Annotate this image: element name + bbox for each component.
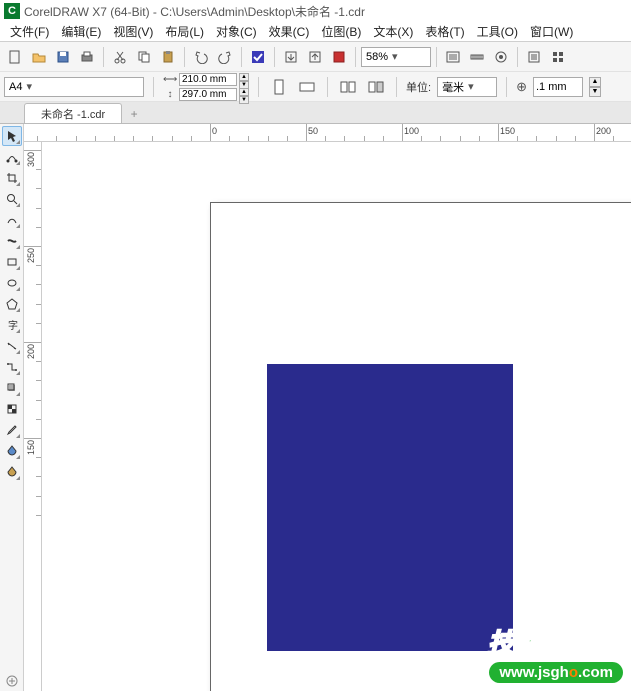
separator xyxy=(436,47,437,67)
freehand-tool-icon[interactable] xyxy=(2,210,22,230)
add-tab-button[interactable]: + xyxy=(124,105,144,123)
quick-customize-icon[interactable] xyxy=(2,671,22,691)
parallel-dimension-tool-icon[interactable] xyxy=(2,336,22,356)
nudge-spinner[interactable]: ▲▼ xyxy=(589,77,601,97)
pick-tool-icon[interactable] xyxy=(2,126,22,146)
separator xyxy=(506,77,507,97)
zoom-value: 58% xyxy=(366,51,388,63)
window-title: CorelDRAW X7 (64-Bit) - C:\Users\Admin\D… xyxy=(24,3,365,20)
open-icon[interactable] xyxy=(28,46,50,68)
menu-window[interactable]: 窗口(W) xyxy=(524,23,579,40)
menu-text[interactable]: 文本(X) xyxy=(367,23,419,40)
shape-tool-icon[interactable] xyxy=(2,147,22,167)
options-icon[interactable] xyxy=(523,46,545,68)
page-width-input[interactable]: 210.0 mm xyxy=(179,73,237,86)
separator xyxy=(103,47,104,67)
menu-object[interactable]: 对象(C) xyxy=(210,23,263,40)
separator xyxy=(274,47,275,67)
chevron-down-icon: ▾ xyxy=(26,80,32,93)
page-dimensions: ⟷ 210.0 mm ▲▼ ↕ 297.0 mm ▲▼ xyxy=(163,73,249,101)
show-grid-icon[interactable] xyxy=(490,46,512,68)
app-icon: C xyxy=(4,3,20,19)
artistic-media-tool-icon[interactable] xyxy=(2,231,22,251)
ruler-vertical[interactable]: 300250200150 xyxy=(24,142,42,691)
smart-fill-tool-icon[interactable] xyxy=(2,462,22,482)
standard-toolbar: 58% ▾ xyxy=(0,42,631,72)
search-content-icon[interactable] xyxy=(247,46,269,68)
fullscreen-preview-icon[interactable] xyxy=(442,46,464,68)
title-bar: C CorelDRAW X7 (64-Bit) - C:\Users\Admin… xyxy=(0,0,631,22)
transparency-tool-icon[interactable] xyxy=(2,399,22,419)
portrait-orientation-icon[interactable] xyxy=(268,76,290,98)
separator xyxy=(241,47,242,67)
menu-bar: 文件(F) 编辑(E) 视图(V) 布局(L) 对象(C) 效果(C) 位图(B… xyxy=(0,22,631,42)
menu-table[interactable]: 表格(T) xyxy=(419,23,470,40)
redo-icon[interactable] xyxy=(214,46,236,68)
menu-file[interactable]: 文件(F) xyxy=(4,23,55,40)
all-pages-icon[interactable] xyxy=(337,76,359,98)
tab-document-1[interactable]: 未命名 -1.cdr xyxy=(24,103,122,123)
canvas[interactable] xyxy=(42,142,631,691)
property-bar: A4 ▾ ⟷ 210.0 mm ▲▼ ↕ 297.0 mm ▲▼ 单位: 毫米 … xyxy=(0,72,631,102)
interactive-fill-tool-icon[interactable] xyxy=(2,441,22,461)
text-tool-icon[interactable]: 字 xyxy=(2,315,22,335)
document-tabs: 未命名 -1.cdr + xyxy=(0,102,631,124)
drop-shadow-tool-icon[interactable] xyxy=(2,378,22,398)
page-size-value: A4 xyxy=(9,81,22,93)
menu-tools[interactable]: 工具(O) xyxy=(471,23,524,40)
menu-bitmap[interactable]: 位图(B) xyxy=(315,23,367,40)
import-icon[interactable] xyxy=(280,46,302,68)
rectangle-tool-icon[interactable] xyxy=(2,252,22,272)
menu-layout[interactable]: 布局(L) xyxy=(159,23,210,40)
separator xyxy=(153,77,154,97)
menu-edit[interactable]: 编辑(E) xyxy=(55,23,107,40)
units-combo[interactable]: 毫米 ▾ xyxy=(437,77,497,97)
save-icon[interactable] xyxy=(52,46,74,68)
connector-tool-icon[interactable] xyxy=(2,357,22,377)
export-icon[interactable] xyxy=(304,46,326,68)
cut-icon[interactable] xyxy=(109,46,131,68)
separator xyxy=(517,47,518,67)
chevron-down-icon: ▾ xyxy=(392,50,398,63)
ruler-horizontal[interactable] xyxy=(24,124,631,142)
copy-icon[interactable] xyxy=(133,46,155,68)
eyedropper-tool-icon[interactable] xyxy=(2,420,22,440)
height-spinner[interactable]: ▲▼ xyxy=(239,88,249,101)
separator xyxy=(327,77,328,97)
menu-effects[interactable]: 效果(C) xyxy=(263,23,316,40)
menu-view[interactable]: 视图(V) xyxy=(107,23,159,40)
height-icon: ↕ xyxy=(163,89,177,100)
publish-pdf-icon[interactable] xyxy=(328,46,350,68)
page-height-input[interactable]: 297.0 mm xyxy=(179,88,237,101)
polygon-tool-icon[interactable] xyxy=(2,294,22,314)
units-value: 毫米 xyxy=(442,79,464,95)
separator xyxy=(355,47,356,67)
zoom-tool-icon[interactable] xyxy=(2,189,22,209)
ellipse-tool-icon[interactable] xyxy=(2,273,22,293)
units-label: 单位: xyxy=(406,79,431,95)
toolbox: 字 xyxy=(0,124,24,691)
chevron-down-icon: ▾ xyxy=(468,80,474,93)
print-icon[interactable] xyxy=(76,46,98,68)
width-spinner[interactable]: ▲▼ xyxy=(239,73,249,86)
undo-icon[interactable] xyxy=(190,46,212,68)
show-rulers-icon[interactable] xyxy=(466,46,488,68)
zoom-combo[interactable]: 58% ▾ xyxy=(361,47,431,67)
separator xyxy=(184,47,185,67)
landscape-orientation-icon[interactable] xyxy=(296,76,318,98)
page-size-combo[interactable]: A4 ▾ xyxy=(4,77,144,97)
current-page-icon[interactable] xyxy=(365,76,387,98)
nudge-icon: ⊕ xyxy=(516,79,527,95)
width-icon: ⟷ xyxy=(163,74,177,85)
separator xyxy=(396,77,397,97)
nudge-input[interactable]: .1 mm xyxy=(533,77,583,97)
app-launcher-icon[interactable] xyxy=(547,46,569,68)
rectangle-object[interactable] xyxy=(267,364,513,651)
crop-tool-icon[interactable] xyxy=(2,168,22,188)
new-icon[interactable] xyxy=(4,46,26,68)
paste-icon[interactable] xyxy=(157,46,179,68)
separator xyxy=(258,77,259,97)
